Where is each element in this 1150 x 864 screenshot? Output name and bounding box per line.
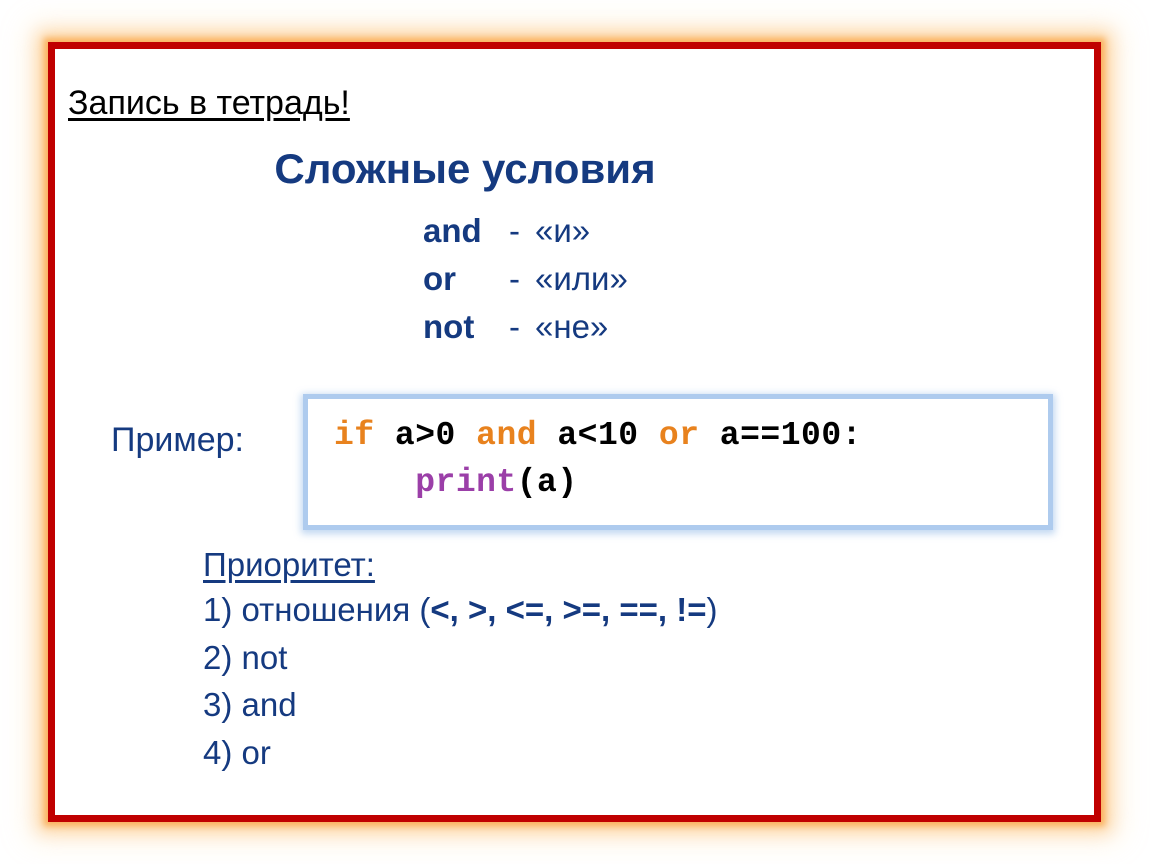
- operator-meaning-and: «и»: [535, 212, 591, 249]
- code-keyword-if: if: [334, 417, 375, 454]
- operator-row-not: not - «не»: [423, 308, 628, 356]
- priority-item-2: 2) not: [203, 634, 717, 682]
- priority-operators-1: <, >, <=, >=, ==, !=: [430, 591, 707, 628]
- operator-separator-not: -: [509, 308, 520, 345]
- code-condition-3: a==100:: [699, 417, 862, 454]
- priority-block: Приоритет: 1) отношения (<, >, <=, >=, =…: [203, 546, 717, 776]
- operator-row-and: and - «и»: [423, 212, 628, 260]
- code-line-1: if a>0 and a<10 or a==100:: [334, 413, 1048, 460]
- priority-title: Приоритет:: [203, 546, 375, 583]
- priority-number-2: 2): [203, 638, 233, 676]
- code-keyword-and: and: [476, 417, 538, 454]
- priority-text-1: отношения (: [241, 591, 431, 628]
- operator-separator-and: -: [509, 212, 520, 249]
- code-line-2: print(a): [334, 460, 1048, 507]
- priority-item-4: 4) or: [203, 729, 717, 777]
- operator-list: and - «и» or - «или» not - «не»: [423, 212, 628, 356]
- operator-keyword-not: not: [423, 308, 475, 345]
- priority-number-1: 1): [203, 591, 233, 628]
- code-sample-box: if a>0 and a<10 or a==100: print(a): [303, 394, 1053, 530]
- priority-text-4: or: [241, 733, 271, 771]
- priority-text-3: and: [241, 686, 297, 724]
- priority-tail-1: ): [706, 591, 718, 628]
- code-function-print: print: [415, 463, 517, 501]
- page-title: Сложные условия: [274, 145, 656, 192]
- operator-meaning-or: «или»: [535, 260, 628, 297]
- priority-number-4: 4): [203, 733, 233, 771]
- operator-keyword-and: and: [423, 212, 482, 249]
- operator-meaning-not: «не»: [535, 308, 609, 345]
- priority-item-3: 3) and: [203, 681, 717, 729]
- priority-text-2: not: [241, 638, 288, 676]
- slide-canvas: Запись в тетрадь! Сложные условия and - …: [0, 0, 1150, 864]
- operator-separator-or: -: [509, 260, 520, 297]
- code-keyword-or: or: [658, 417, 700, 454]
- priority-number-3: 3): [203, 686, 233, 724]
- code-condition-2: a<10: [537, 417, 659, 454]
- operator-row-or: or - «или»: [423, 260, 628, 308]
- example-label: Пример:: [111, 421, 244, 459]
- code-print-args: (a): [516, 463, 578, 501]
- code-condition-1: a>0: [374, 417, 477, 454]
- notebook-heading: Запись в тетрадь!: [68, 84, 350, 122]
- framed-content-card: Запись в тетрадь! Сложные условия and - …: [48, 42, 1101, 822]
- priority-item-1: 1) отношения (<, >, <=, >=, ==, !=): [203, 586, 717, 634]
- operator-keyword-or: or: [423, 260, 456, 297]
